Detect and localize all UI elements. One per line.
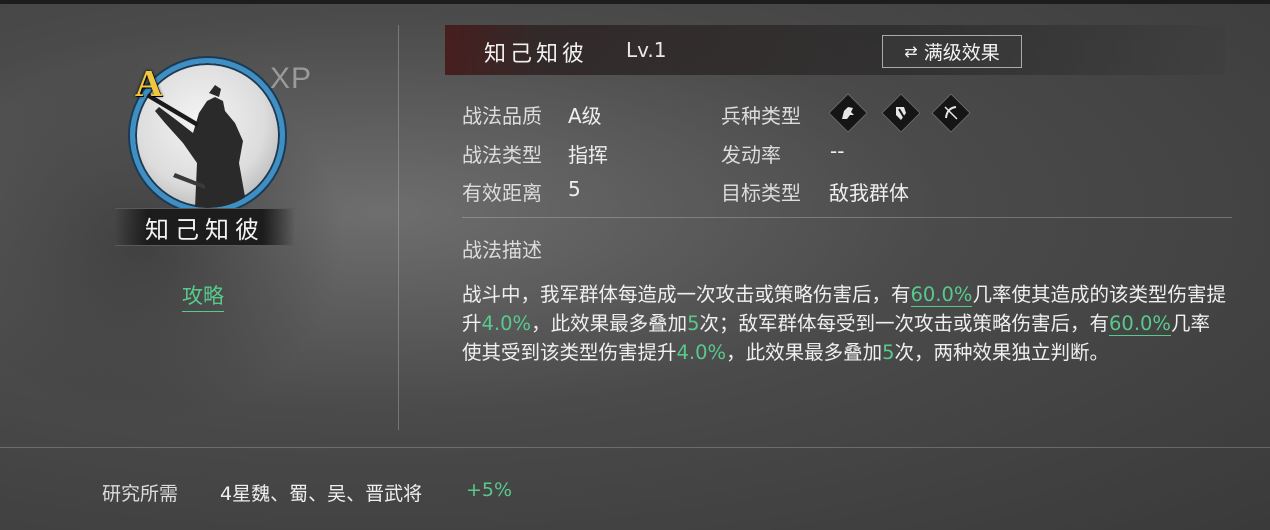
- desc-text: ，此效果最多叠加: [726, 341, 883, 364]
- target-type-value: 敌我群体: [829, 181, 909, 205]
- guide-link[interactable]: 攻略: [182, 280, 224, 312]
- max-level-effect-label: 满级效果: [923, 42, 1000, 64]
- desc-text: 战斗中，我军群体每造成一次攻击或策略伤害后，有: [462, 283, 911, 306]
- description-title: 战法描述: [462, 238, 542, 262]
- footer-divider: [0, 447, 1270, 448]
- archer-icon: [931, 93, 971, 133]
- skill-grade-letter: A: [135, 63, 163, 105]
- desc-text: 次；敌军群体每受到一次攻击或策略伤害后，有: [699, 312, 1110, 335]
- type-label: 战法类型: [462, 143, 542, 167]
- skill-level: Lv.1: [626, 38, 667, 62]
- shield-icon: [881, 93, 921, 133]
- quality-value: A级: [568, 104, 602, 128]
- research-requirement: 4星魏、蜀、吴、晋武将: [220, 483, 423, 505]
- trigger-rate-label: 发动率: [721, 143, 781, 167]
- swap-icon: ⇄: [904, 42, 918, 61]
- top-edge: [0, 0, 1270, 4]
- max-level-effect-button[interactable]: ⇄ 满级效果: [882, 35, 1022, 68]
- xp-label: XP: [270, 62, 313, 95]
- desc-value: 60.0%: [1109, 312, 1171, 336]
- desc-text: ，此效果最多叠加: [531, 312, 688, 335]
- description-body: 战斗中，我军群体每造成一次攻击或策略伤害后，有60.0%几率使其造成的该类型伤害…: [462, 280, 1227, 367]
- troop-type-label: 兵种类型: [721, 104, 801, 128]
- skill-name-plate: 知己知彼: [115, 208, 295, 246]
- quality-label: 战法品质: [462, 104, 542, 128]
- range-value: 5: [568, 177, 581, 201]
- desc-value: 4.0%: [676, 341, 727, 364]
- panel-divider: [398, 25, 399, 430]
- skill-title: 知己知彼: [484, 42, 589, 67]
- cavalry-icon: [828, 93, 868, 133]
- desc-value: 5: [687, 312, 700, 335]
- research-bonus: +5%: [466, 479, 513, 501]
- target-type-label: 目标类型: [721, 181, 801, 205]
- desc-text: 次，两种效果独立判断。: [894, 341, 1110, 364]
- attribute-divider: [462, 217, 1232, 218]
- research-label: 研究所需: [102, 483, 179, 505]
- desc-value: 4.0%: [481, 312, 532, 335]
- type-value: 指挥: [568, 143, 608, 167]
- desc-value: 60.0%: [910, 283, 973, 307]
- desc-value: 5: [882, 341, 895, 364]
- trigger-rate-value: --: [830, 139, 845, 163]
- range-label: 有效距离: [462, 181, 542, 205]
